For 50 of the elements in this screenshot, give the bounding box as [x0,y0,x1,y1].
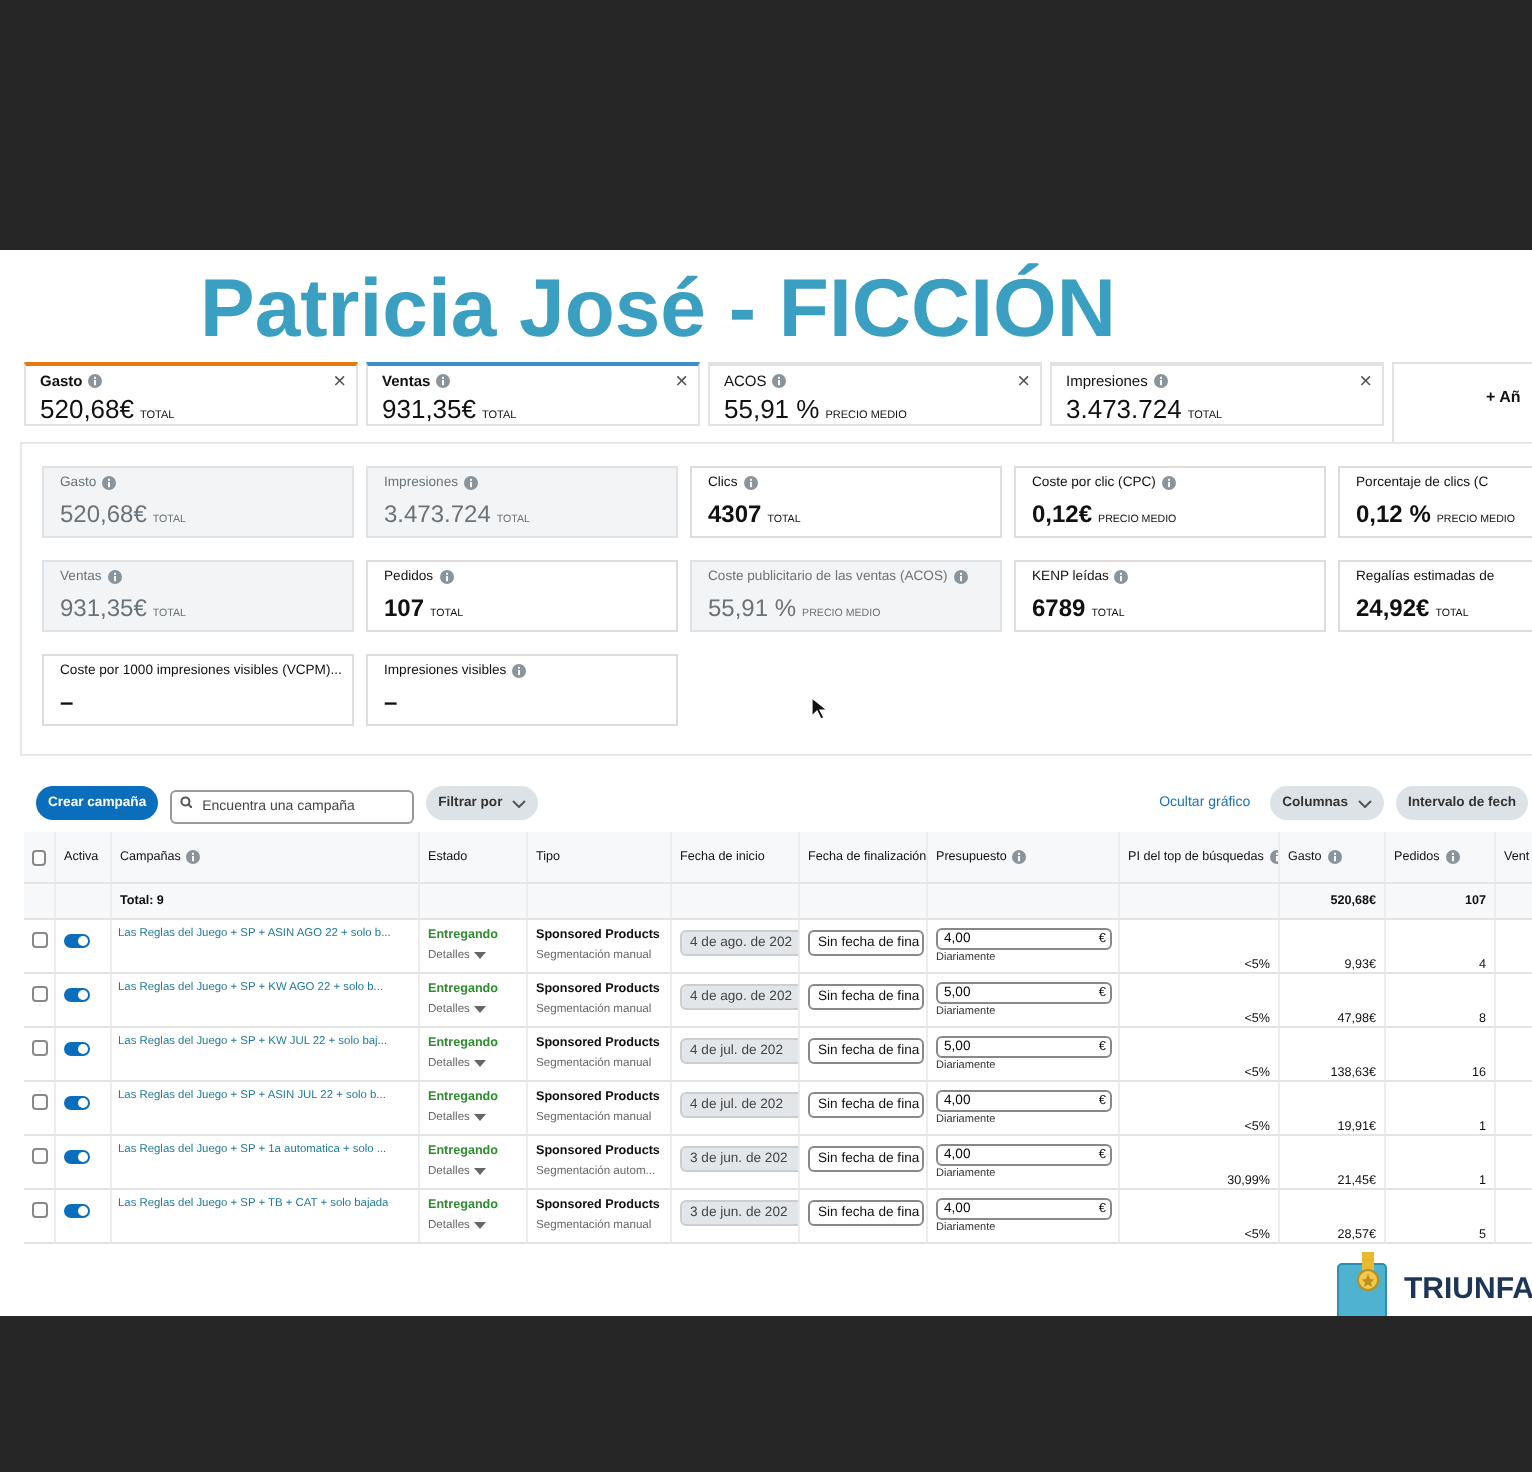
slide-title: Patricia José - FICCIÓN [200,262,1116,354]
toggle-switch[interactable] [64,1096,90,1110]
chevron-down-icon [1357,799,1372,807]
close-button[interactable]: × [333,370,346,394]
add-metric-button[interactable]: + Añ [1392,362,1532,442]
close-button[interactable]: × [675,370,688,394]
info-icon [1153,374,1168,388]
toggle-switch[interactable] [64,988,90,1002]
metric-value: 0,12 % [1356,500,1431,528]
caret-icon [473,952,486,960]
row-checkbox[interactable] [32,1094,48,1110]
row-checkbox[interactable] [32,986,48,1002]
toggle-switch[interactable] [64,1150,90,1164]
metric-value: 6789 [1032,594,1086,622]
toggle-switch[interactable] [64,1204,90,1218]
metric-value: 3.473.724 [1066,394,1182,424]
metric-value: 4307 [708,500,762,528]
info-icon [436,374,451,388]
book-medal-icon [1336,1252,1388,1316]
metric-value: 931,35€ [382,394,476,424]
toggle-switch[interactable] [64,934,90,948]
caret-icon [473,1168,486,1176]
toggle-switch[interactable] [64,1042,90,1056]
metric-value: 3.473.724 [384,500,491,528]
select-all-checkbox[interactable] [32,849,46,865]
caret-icon [473,1060,486,1068]
caret-icon [473,1222,486,1230]
metric-value: 520,68€ [40,394,134,424]
metric-value: – [60,688,74,716]
metric-value: 24,92€ [1356,594,1430,622]
caret-icon [473,1114,486,1122]
metric-value: 55,91 % [708,594,797,622]
row-checkbox[interactable] [32,1202,48,1218]
cursor-icon [810,696,830,722]
chevron-down-icon [512,799,527,807]
row-checkbox[interactable] [32,1040,48,1056]
metric-value: 520,68€ [60,500,147,528]
metric-value: 107 [384,594,425,622]
metric-value: 931,35€ [60,594,147,622]
metric-value: 0,12€ [1032,500,1093,528]
info-icon [88,374,103,388]
close-button[interactable]: × [1359,370,1372,394]
search-icon [180,795,193,807]
metric-value: – [384,688,398,716]
row-checkbox[interactable] [32,1148,48,1164]
caret-icon [473,1006,486,1014]
close-button[interactable]: × [1017,370,1030,394]
row-checkbox[interactable] [32,932,48,948]
metric-value: 55,91 % [724,394,820,424]
info-icon [772,374,787,388]
